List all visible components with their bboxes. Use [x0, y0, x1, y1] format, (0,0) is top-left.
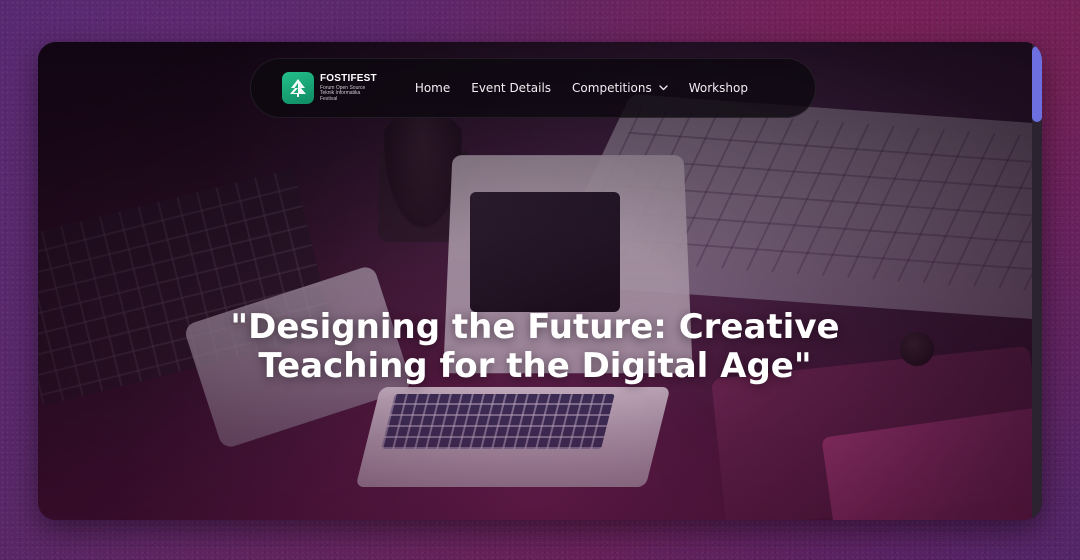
nav-link-label: Workshop — [688, 81, 748, 95]
scrollbar-thumb[interactable] — [1032, 46, 1042, 122]
hero-title-line-2: Teaching for the Digital Age" — [258, 345, 812, 386]
hero-title: "Designing the Future: Creative Teaching… — [38, 306, 1032, 386]
vertical-scrollbar[interactable] — [1032, 42, 1042, 520]
nav-link-workshop[interactable]: Workshop — [689, 81, 748, 95]
nav-link-label: Competitions — [572, 81, 652, 95]
logo-title: FOSTIFEST — [320, 72, 377, 84]
logo-text: FOSTIFEST Forum Open Source Teknik Infor… — [320, 72, 377, 103]
chevron-down-icon — [659, 85, 668, 91]
top-navbar: FOSTIFEST Forum Open Source Teknik Infor… — [250, 58, 816, 118]
nav-link-label: Event Details — [471, 81, 552, 95]
hero-title-line-1: "Designing the Future: Creative — [230, 306, 840, 347]
nav-link-home[interactable]: Home — [415, 81, 450, 95]
nav-link-label: Home — [414, 81, 451, 95]
nav-link-event-details[interactable]: Event Details — [471, 81, 551, 95]
hero-section: FOSTIFEST Forum Open Source Teknik Infor… — [38, 42, 1032, 520]
logo-subtitle: Forum Open Source Teknik Informatika Fes… — [320, 84, 366, 102]
nav-link-competitions[interactable]: Competitions — [572, 81, 668, 95]
tree-icon — [290, 79, 306, 97]
nav-links: Home Event Details Competitions Workshop — [415, 81, 769, 95]
browser-frame: FOSTIFEST Forum Open Source Teknik Infor… — [38, 42, 1042, 520]
fostifest-logo-icon[interactable] — [282, 72, 314, 104]
